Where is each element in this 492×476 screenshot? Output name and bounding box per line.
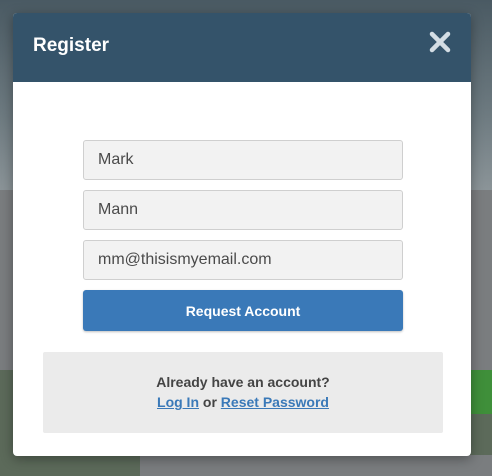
reset-password-link[interactable]: Reset Password [221, 394, 329, 410]
or-text: or [202, 394, 217, 410]
dialog-title: Register [33, 35, 110, 56]
existing-account-question: Already have an account? [156, 374, 330, 390]
request-account-button[interactable]: Request Account [83, 290, 403, 331]
login-link[interactable]: Log In [157, 394, 199, 410]
email-input[interactable] [83, 240, 403, 280]
first-name-input[interactable] [83, 140, 403, 180]
background-footer-strip [140, 455, 492, 476]
close-button[interactable] [429, 31, 451, 53]
existing-account-panel: Already have an account? Log In or Reset… [43, 352, 443, 433]
dialog-header: Register [13, 13, 471, 82]
last-name-input[interactable] [83, 190, 403, 230]
register-form: Request Account [83, 140, 403, 331]
register-dialog: Register Request Account Already have an… [13, 13, 471, 456]
close-icon [429, 31, 451, 53]
account-links: Log In or Reset Password [43, 394, 443, 410]
